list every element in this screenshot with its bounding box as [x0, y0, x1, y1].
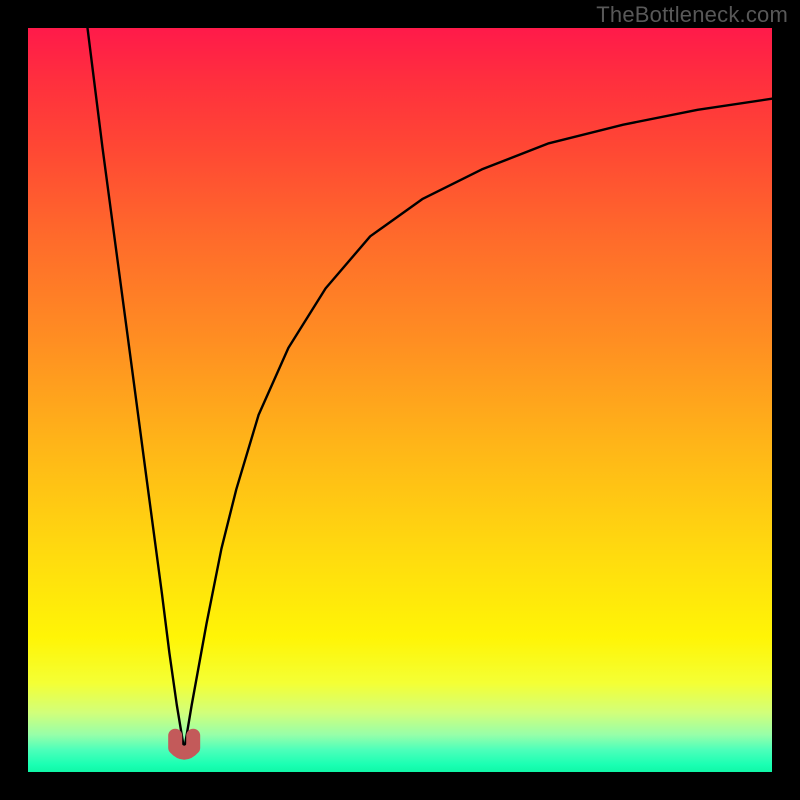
- chart-frame: TheBottleneck.com: [0, 0, 800, 800]
- chart-svg: [28, 28, 772, 772]
- bottleneck-curve-right: [184, 99, 772, 750]
- chart-plot-area: [28, 28, 772, 772]
- bottleneck-curve-left: [88, 28, 185, 750]
- watermark-text: TheBottleneck.com: [596, 2, 788, 28]
